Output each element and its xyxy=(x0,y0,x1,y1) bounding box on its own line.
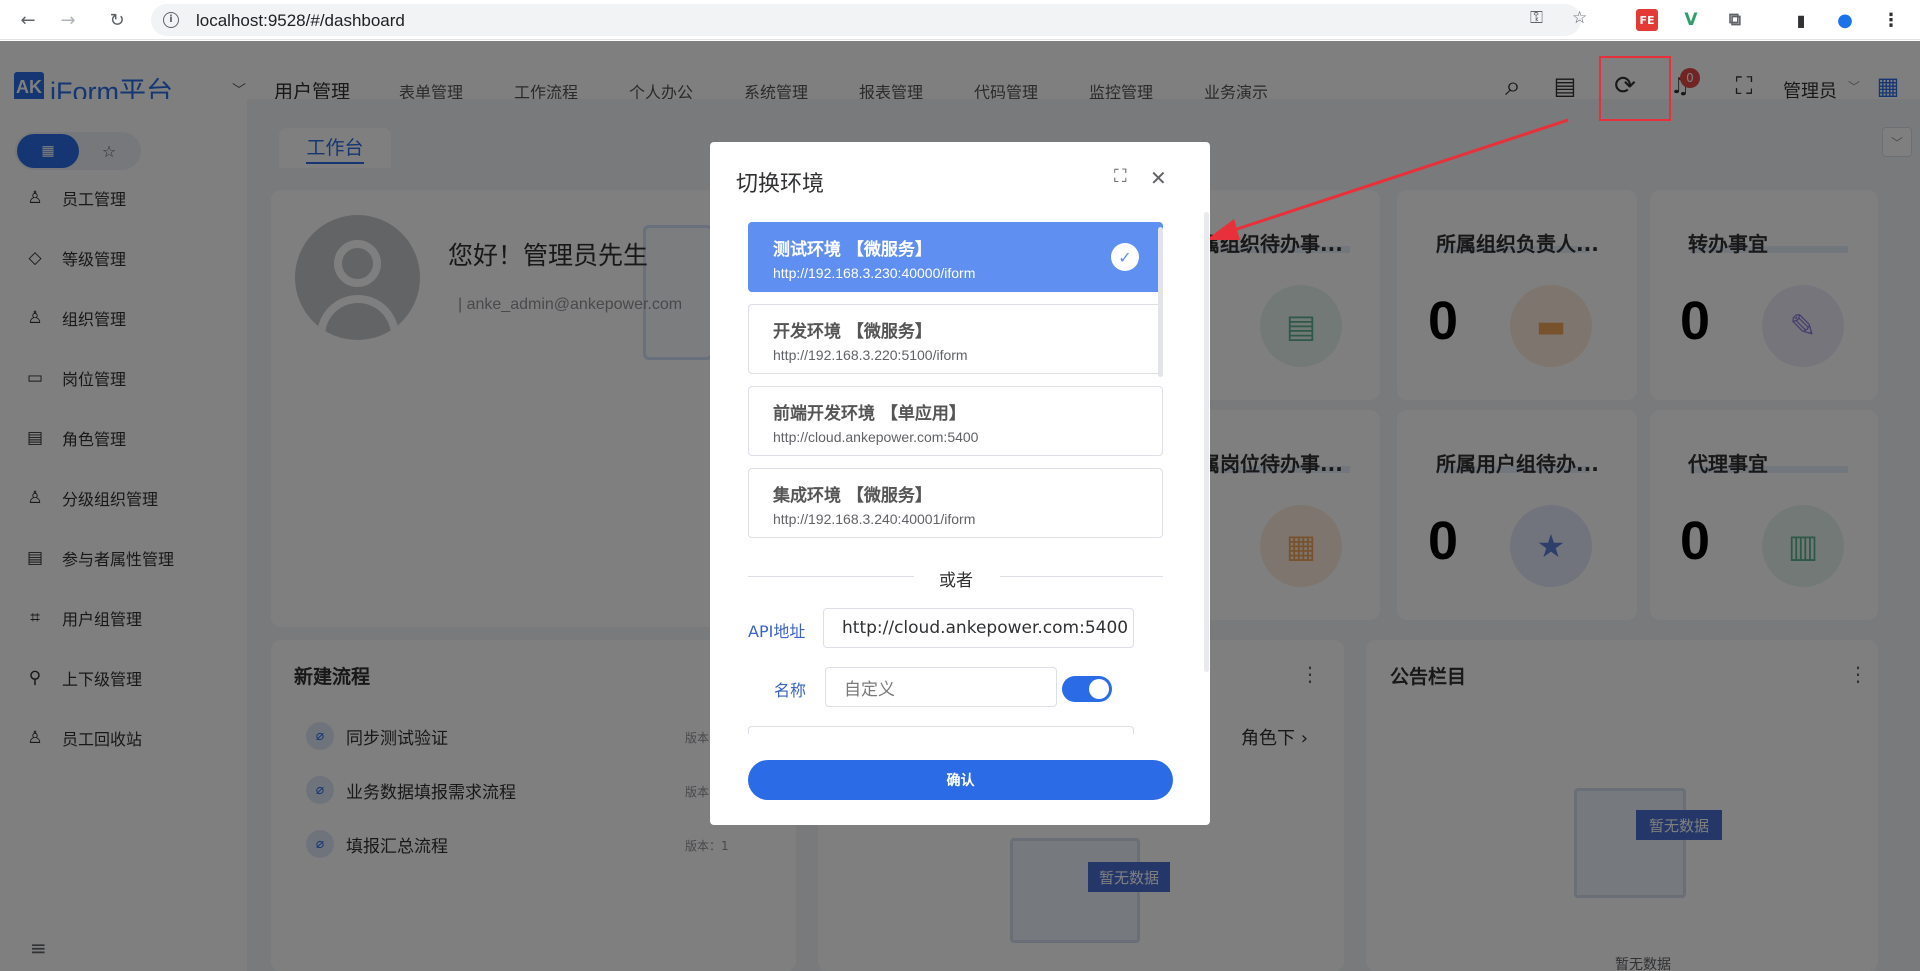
check-circle-icon: ✓ xyxy=(1111,243,1139,271)
divider-or-text: 或者 xyxy=(939,571,973,591)
api-address-label: API地址 xyxy=(748,622,806,641)
dialog-title: 切换环境 xyxy=(736,172,825,197)
name-label: 名称 xyxy=(774,681,807,700)
environment-name: 开发环境 【微服务】 xyxy=(773,322,932,342)
environment-url: http://192.168.3.220:5100/iform xyxy=(773,347,968,363)
close-icon[interactable]: ✕ xyxy=(1150,166,1167,190)
environment-name: 前端开发环境 【单应用】 xyxy=(773,404,966,424)
name-input[interactable]: 自定义 xyxy=(825,667,1057,707)
divider xyxy=(1000,576,1163,577)
environment-list-scrollbar[interactable] xyxy=(1158,227,1163,377)
switch-environment-dialog: 切换环境 ⛶ ✕ 测试环境 【微服务】 http://192.168.3.230… xyxy=(710,142,1210,825)
environment-option-dev[interactable]: 开发环境 【微服务】 http://192.168.3.220:5100/ifo… xyxy=(748,304,1163,374)
divider xyxy=(748,576,914,577)
environment-url: http://192.168.3.240:40001/iform xyxy=(773,511,976,527)
confirm-button[interactable]: 确认 xyxy=(748,760,1173,800)
environment-option-integration[interactable]: 集成环境 【微服务】 http://192.168.3.240:40001/if… xyxy=(748,468,1163,538)
dialog-scrollbar[interactable] xyxy=(1204,212,1209,672)
api-address-input[interactable]: http://cloud.ankepower.com:5400 xyxy=(823,608,1134,648)
environment-option-test[interactable]: 测试环境 【微服务】 http://192.168.3.230:40000/if… xyxy=(748,222,1163,292)
environment-url: http://192.168.3.230:40000/iform xyxy=(773,265,976,281)
dialog-fullscreen-icon[interactable]: ⛶ xyxy=(1114,168,1132,186)
environment-url: http://cloud.ankepower.com:5400 xyxy=(773,429,979,445)
custom-name-toggle[interactable] xyxy=(1062,676,1112,702)
environment-name: 集成环境 【微服务】 xyxy=(773,486,932,506)
environment-name: 测试环境 【微服务】 xyxy=(773,240,932,260)
environment-option-frontend-dev[interactable]: 前端开发环境 【单应用】 http://cloud.ankepower.com:… xyxy=(748,386,1163,456)
environment-list: 测试环境 【微服务】 http://192.168.3.230:40000/if… xyxy=(748,222,1163,600)
